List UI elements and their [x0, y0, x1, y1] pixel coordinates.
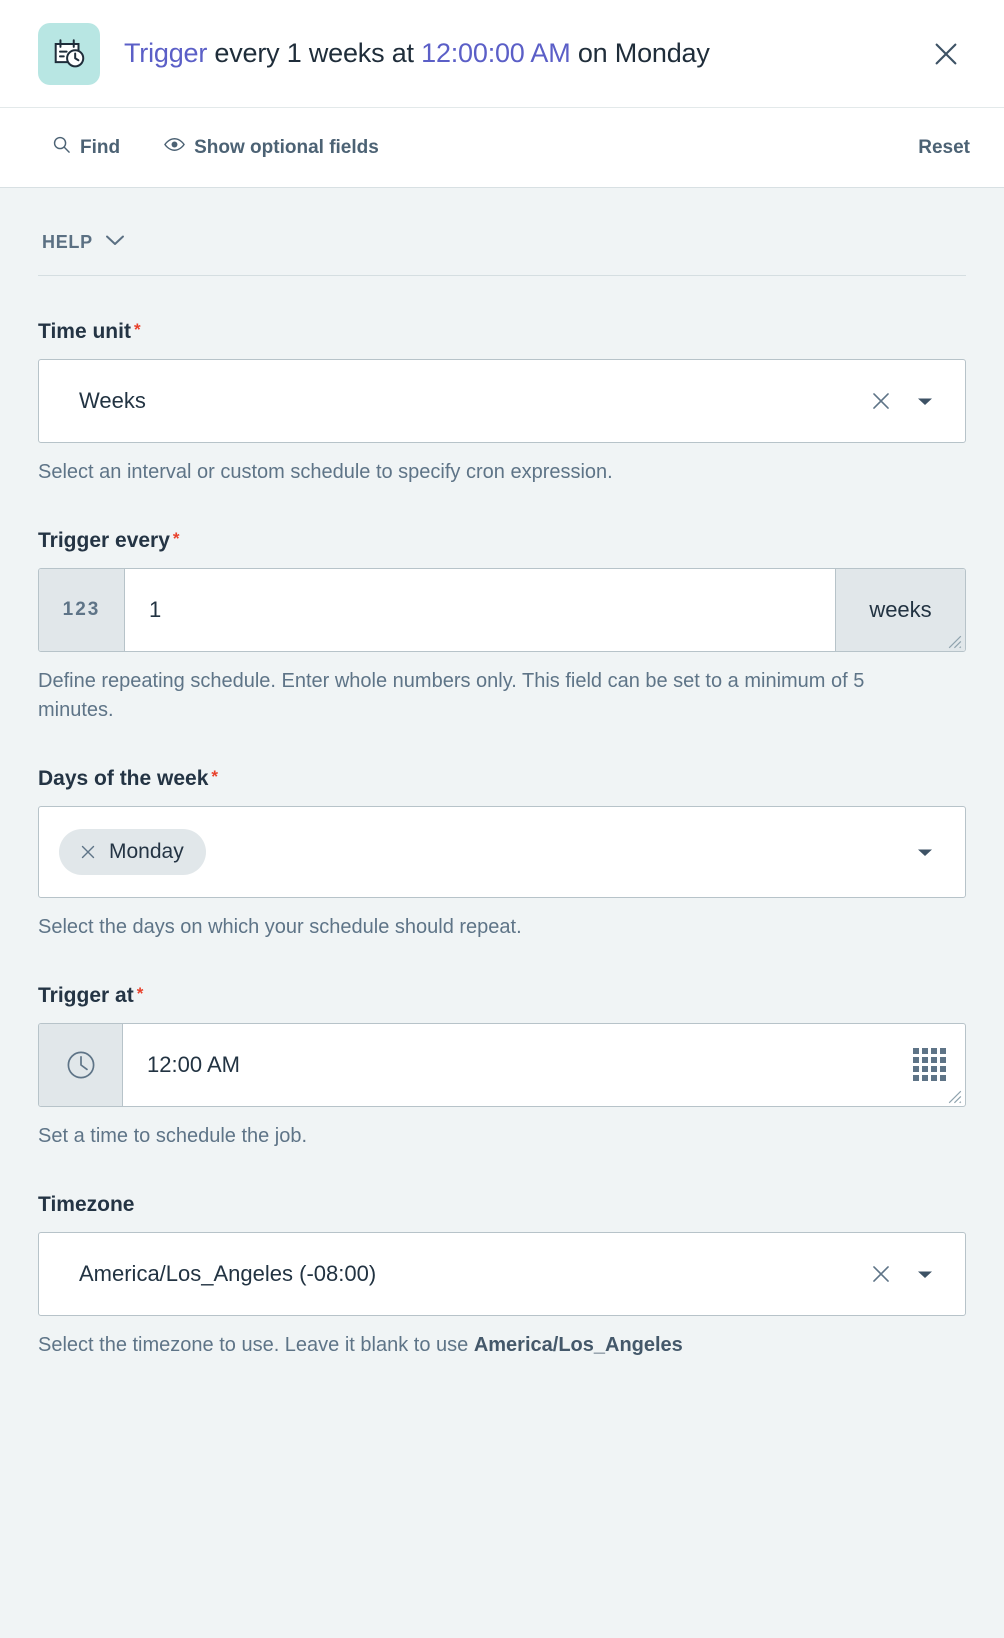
clear-icon[interactable]: [859, 1252, 903, 1296]
title-tail: on Monday: [570, 38, 710, 68]
trigger-at-input[interactable]: [123, 1024, 895, 1107]
eye-icon: [164, 136, 186, 159]
keypad-grid-icon[interactable]: [895, 1024, 965, 1106]
trigger-every-unit-label: weeks: [869, 597, 932, 623]
field-time-unit: Time unit * Weeks Select an interval or …: [38, 320, 966, 487]
page-title: Trigger every 1 weeks at 12:00:00 AM on …: [124, 38, 922, 69]
days-of-week-label: Days of the week *: [38, 767, 966, 790]
field-timezone: Timezone America/Los_Angeles (-08:00) Se…: [38, 1193, 966, 1360]
close-button[interactable]: [922, 30, 970, 78]
title-time: 12:00:00 AM: [421, 38, 571, 68]
title-mid: every 1 weeks at: [207, 38, 422, 68]
form-body: HELP Time unit * Weeks Select an interva…: [0, 188, 1004, 1638]
trigger-every-input[interactable]: [125, 569, 835, 652]
trigger-every-helper: Define repeating schedule. Enter whole n…: [38, 670, 865, 722]
trigger-at-helper: Set a time to schedule the job.: [38, 1125, 308, 1148]
chevron-down-icon[interactable]: [903, 830, 947, 874]
time-unit-label: Time unit *: [38, 320, 966, 343]
reset-button[interactable]: Reset: [918, 137, 970, 159]
trigger-every-label-text: Trigger every: [38, 529, 170, 553]
find-label: Find: [80, 136, 121, 158]
remove-chip-icon[interactable]: [78, 842, 98, 862]
chevron-down-icon[interactable]: [903, 379, 947, 423]
time-unit-label-text: Time unit: [38, 320, 131, 343]
number-type-icon: 123: [39, 569, 125, 652]
field-days-of-week: Days of the week * Monday Select the day…: [38, 767, 966, 942]
selected-days-chip-list: Monday: [59, 829, 903, 876]
timezone-label: Timezone: [38, 1193, 966, 1216]
trigger-at-input-group: [38, 1023, 966, 1108]
days-of-week-helper: Select the days on which your schedule s…: [38, 916, 522, 939]
chip-label: Monday: [109, 840, 184, 864]
days-of-week-multiselect[interactable]: Monday: [38, 806, 966, 899]
chevron-down-icon[interactable]: [903, 1252, 947, 1296]
title-trigger-word: Trigger: [124, 38, 208, 68]
panel-toolbar: Find Show optional fields Reset: [0, 108, 1004, 188]
timezone-helper-prefix: Select the timezone to use. Leave it bla…: [38, 1334, 474, 1357]
trigger-every-input-group: 123 weeks: [38, 568, 966, 653]
help-label: HELP: [42, 232, 93, 252]
trigger-at-label-text: Trigger at: [38, 984, 134, 1008]
show-optional-fields-button[interactable]: Show optional fields: [164, 136, 379, 159]
chevron-down-icon: [105, 234, 125, 252]
required-asterisk: *: [133, 320, 141, 339]
help-toggle[interactable]: HELP: [38, 188, 129, 275]
timezone-label-text: Timezone: [38, 1193, 135, 1217]
show-optional-fields-label: Show optional fields: [194, 136, 379, 158]
schedule-trigger-panel: Trigger every 1 weeks at 12:00:00 AM on …: [0, 0, 1004, 1638]
required-asterisk: *: [136, 984, 144, 1004]
field-trigger-every: Trigger every * 123 weeks Define repeati…: [38, 529, 966, 725]
timezone-helper-default: America/Los_Angeles: [473, 1334, 683, 1357]
resize-grip-icon: [948, 1091, 962, 1104]
field-trigger-at: Trigger at * 12:00 AM Set a time to sche…: [38, 984, 966, 1151]
trigger-at-label: Trigger at *: [38, 984, 966, 1007]
chip-monday[interactable]: Monday: [59, 829, 206, 876]
panel-header: Trigger every 1 weeks at 12:00:00 AM on …: [0, 0, 1004, 108]
timezone-value: America/Los_Angeles (-08:00): [79, 1261, 377, 1287]
calendar-clock-icon: [38, 22, 100, 85]
find-button[interactable]: Find: [52, 135, 120, 160]
time-unit-select[interactable]: Weeks: [38, 359, 966, 444]
clear-icon[interactable]: [859, 379, 903, 423]
time-unit-helper: Select an interval or custom schedule to…: [38, 461, 613, 484]
timezone-helper: Select the timezone to use. Leave it bla…: [38, 1331, 938, 1360]
trigger-every-label: Trigger every *: [38, 529, 966, 552]
required-asterisk: *: [211, 767, 219, 787]
help-divider: [38, 275, 966, 276]
resize-grip-icon: [948, 635, 962, 649]
timezone-select[interactable]: America/Los_Angeles (-08:00): [38, 1232, 966, 1317]
trigger-every-unit-suffix: weeks: [835, 569, 965, 652]
search-icon: [52, 135, 71, 160]
days-of-week-label-text: Days of the week: [38, 767, 209, 791]
clock-icon: [39, 1024, 123, 1107]
required-asterisk: *: [172, 529, 180, 549]
time-unit-value: Weeks: [79, 388, 146, 414]
